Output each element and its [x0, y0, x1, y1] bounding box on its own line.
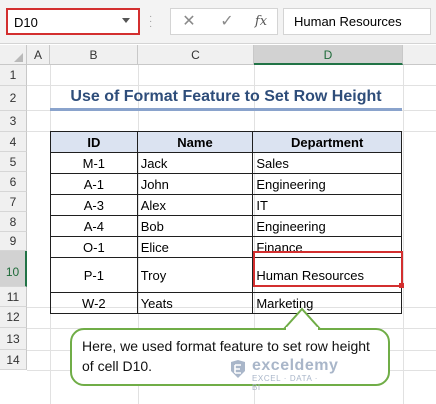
watermark-tagline: EXCEL · DATA · BI — [252, 374, 319, 392]
watermark: exceldemy EXCEL · DATA · BI — [228, 357, 338, 392]
exceldemy-logo-icon — [231, 360, 245, 378]
watermark-name: exceldemy — [252, 357, 339, 374]
